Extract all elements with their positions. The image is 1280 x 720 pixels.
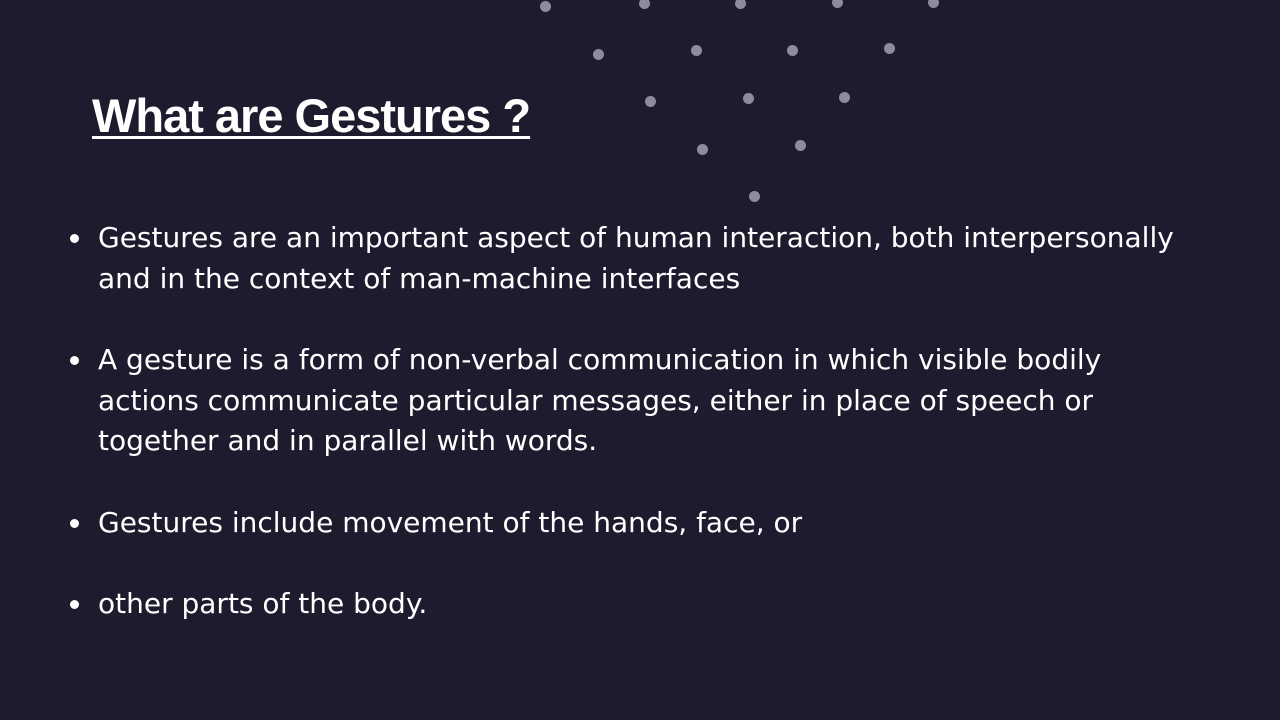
bullet-text: Gestures include movement of the hands, … — [98, 505, 803, 539]
list-item: other parts of the body. — [70, 584, 1190, 625]
decorative-dot — [743, 93, 754, 104]
decorative-dot — [540, 1, 551, 12]
decorative-dot — [735, 0, 746, 9]
list-item: A gesture is a form of non-verbal commun… — [70, 340, 1190, 462]
decorative-dot — [593, 49, 604, 60]
decorative-dot — [884, 43, 895, 54]
decorative-dot — [645, 96, 656, 107]
bullet-text: other parts of the body. — [98, 587, 428, 620]
decorative-dot — [795, 140, 806, 151]
bullet-icon — [70, 356, 79, 365]
decorative-dot — [787, 45, 798, 56]
bullet-text: A gesture is a form of non-verbal commun… — [98, 343, 1102, 457]
bullet-icon — [70, 600, 79, 609]
bullet-icon — [70, 518, 79, 528]
bullet-list: Gestures are an important aspect of huma… — [70, 218, 1190, 666]
page-title: What are Gestures ? — [92, 89, 531, 142]
list-item: Gestures are an important aspect of huma… — [70, 218, 1190, 299]
bullet-icon — [70, 234, 79, 243]
slide: What are Gestures ? Gestures are an impo… — [0, 0, 1280, 720]
decorative-dot — [832, 0, 843, 8]
decorative-dot — [839, 92, 850, 103]
decorative-dot — [639, 0, 650, 9]
decorative-dot — [697, 144, 708, 155]
list-item: Gestures include movement of the hands, … — [70, 503, 1190, 544]
decorative-dot — [691, 45, 702, 56]
decorative-dot — [749, 191, 760, 202]
bullet-text: Gestures are an important aspect of huma… — [98, 221, 1174, 295]
decorative-dot — [928, 0, 939, 8]
